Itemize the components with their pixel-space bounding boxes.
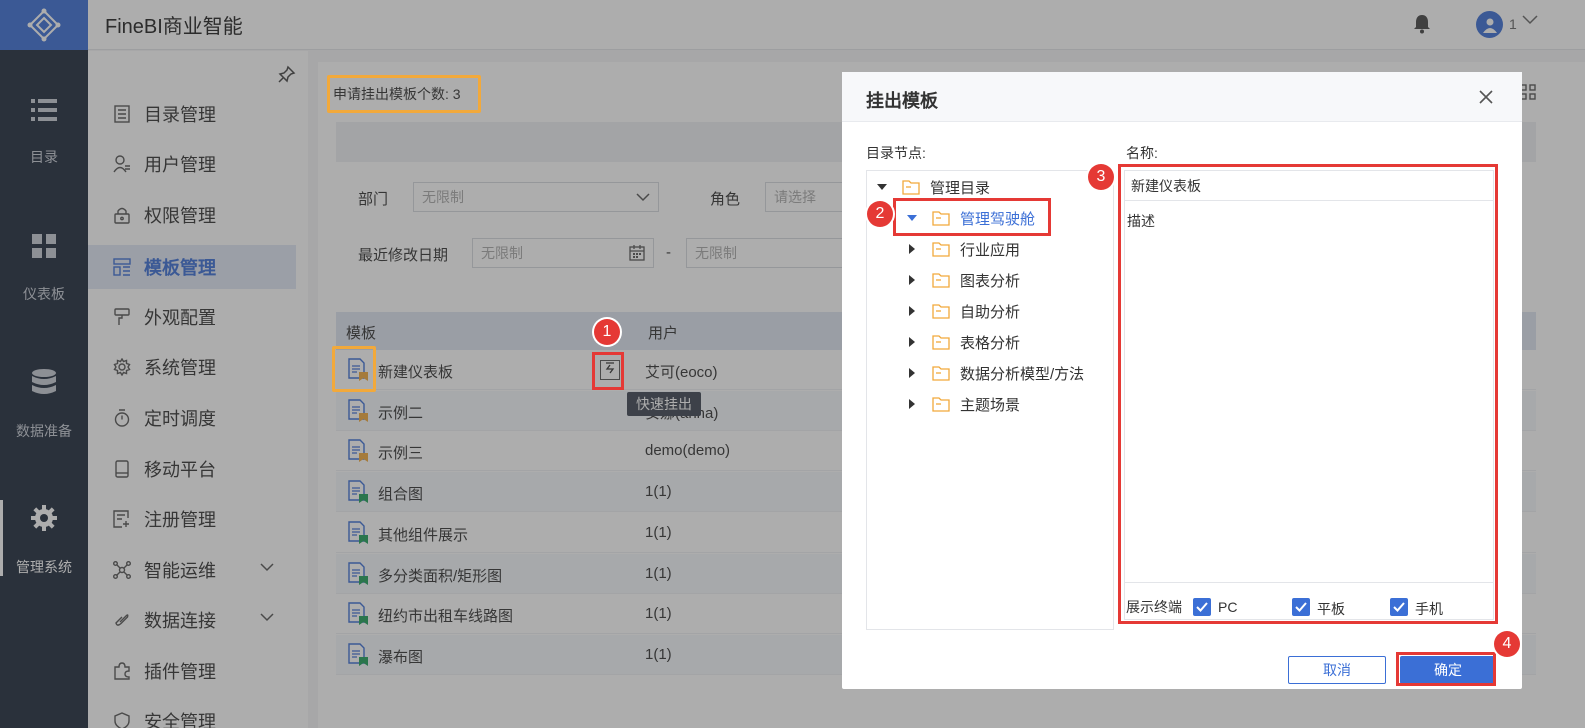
cancel-button[interactable]: 取消 xyxy=(1288,656,1386,684)
step-badge-4: 4 xyxy=(1494,631,1520,657)
close-icon[interactable] xyxy=(1478,89,1494,105)
caret-down-icon[interactable] xyxy=(876,181,888,193)
folder-icon xyxy=(932,242,950,257)
folder-icon xyxy=(932,366,950,381)
tree-node[interactable]: 数据分析模型/方法 xyxy=(906,361,1084,385)
step-badge-1: 1 xyxy=(594,319,620,345)
tree-node-label: 图表分析 xyxy=(960,272,1021,290)
tree-node[interactable]: 行业应用 xyxy=(906,237,1020,261)
highlight-confirm xyxy=(1396,652,1496,686)
tree-node[interactable]: 管理目录 xyxy=(876,175,990,199)
highlight-apply-count xyxy=(327,75,481,113)
caret-right-icon[interactable] xyxy=(906,398,918,410)
highlight-quick-publish xyxy=(592,352,624,390)
caret-right-icon[interactable] xyxy=(906,243,918,255)
step-badge-2: 2 xyxy=(867,201,893,227)
tree-node[interactable]: 自助分析 xyxy=(906,299,1020,323)
tree-node-label: 自助分析 xyxy=(960,303,1021,321)
highlight-template-icon xyxy=(332,346,376,392)
dialog-header: 挂出模板 xyxy=(842,72,1522,122)
tree-node-label: 主题场景 xyxy=(960,396,1021,414)
tree-node[interactable]: 图表分析 xyxy=(906,268,1020,292)
highlight-tree-node xyxy=(893,198,1051,236)
folder-icon xyxy=(932,304,950,319)
dialog-title: 挂出模板 xyxy=(866,91,938,111)
highlight-name-panel xyxy=(1118,164,1498,624)
folder-icon xyxy=(902,180,920,195)
caret-right-icon[interactable] xyxy=(906,274,918,286)
step-badge-3: 3 xyxy=(1088,164,1114,190)
caret-right-icon[interactable] xyxy=(906,305,918,317)
tree-node-label: 表格分析 xyxy=(960,334,1021,352)
tree-node-label: 数据分析模型/方法 xyxy=(960,365,1085,383)
tree-node[interactable]: 主题场景 xyxy=(906,392,1020,416)
tree-label: 目录节点: xyxy=(866,145,926,161)
caret-right-icon[interactable] xyxy=(906,336,918,348)
tree-node-label: 行业应用 xyxy=(960,241,1021,259)
name-label: 名称: xyxy=(1126,145,1158,161)
folder-icon xyxy=(932,335,950,350)
caret-right-icon[interactable] xyxy=(906,367,918,379)
folder-icon xyxy=(932,273,950,288)
folder-icon xyxy=(932,397,950,412)
tree-node-label: 管理目录 xyxy=(930,179,991,197)
tree-node[interactable]: 表格分析 xyxy=(906,330,1020,354)
